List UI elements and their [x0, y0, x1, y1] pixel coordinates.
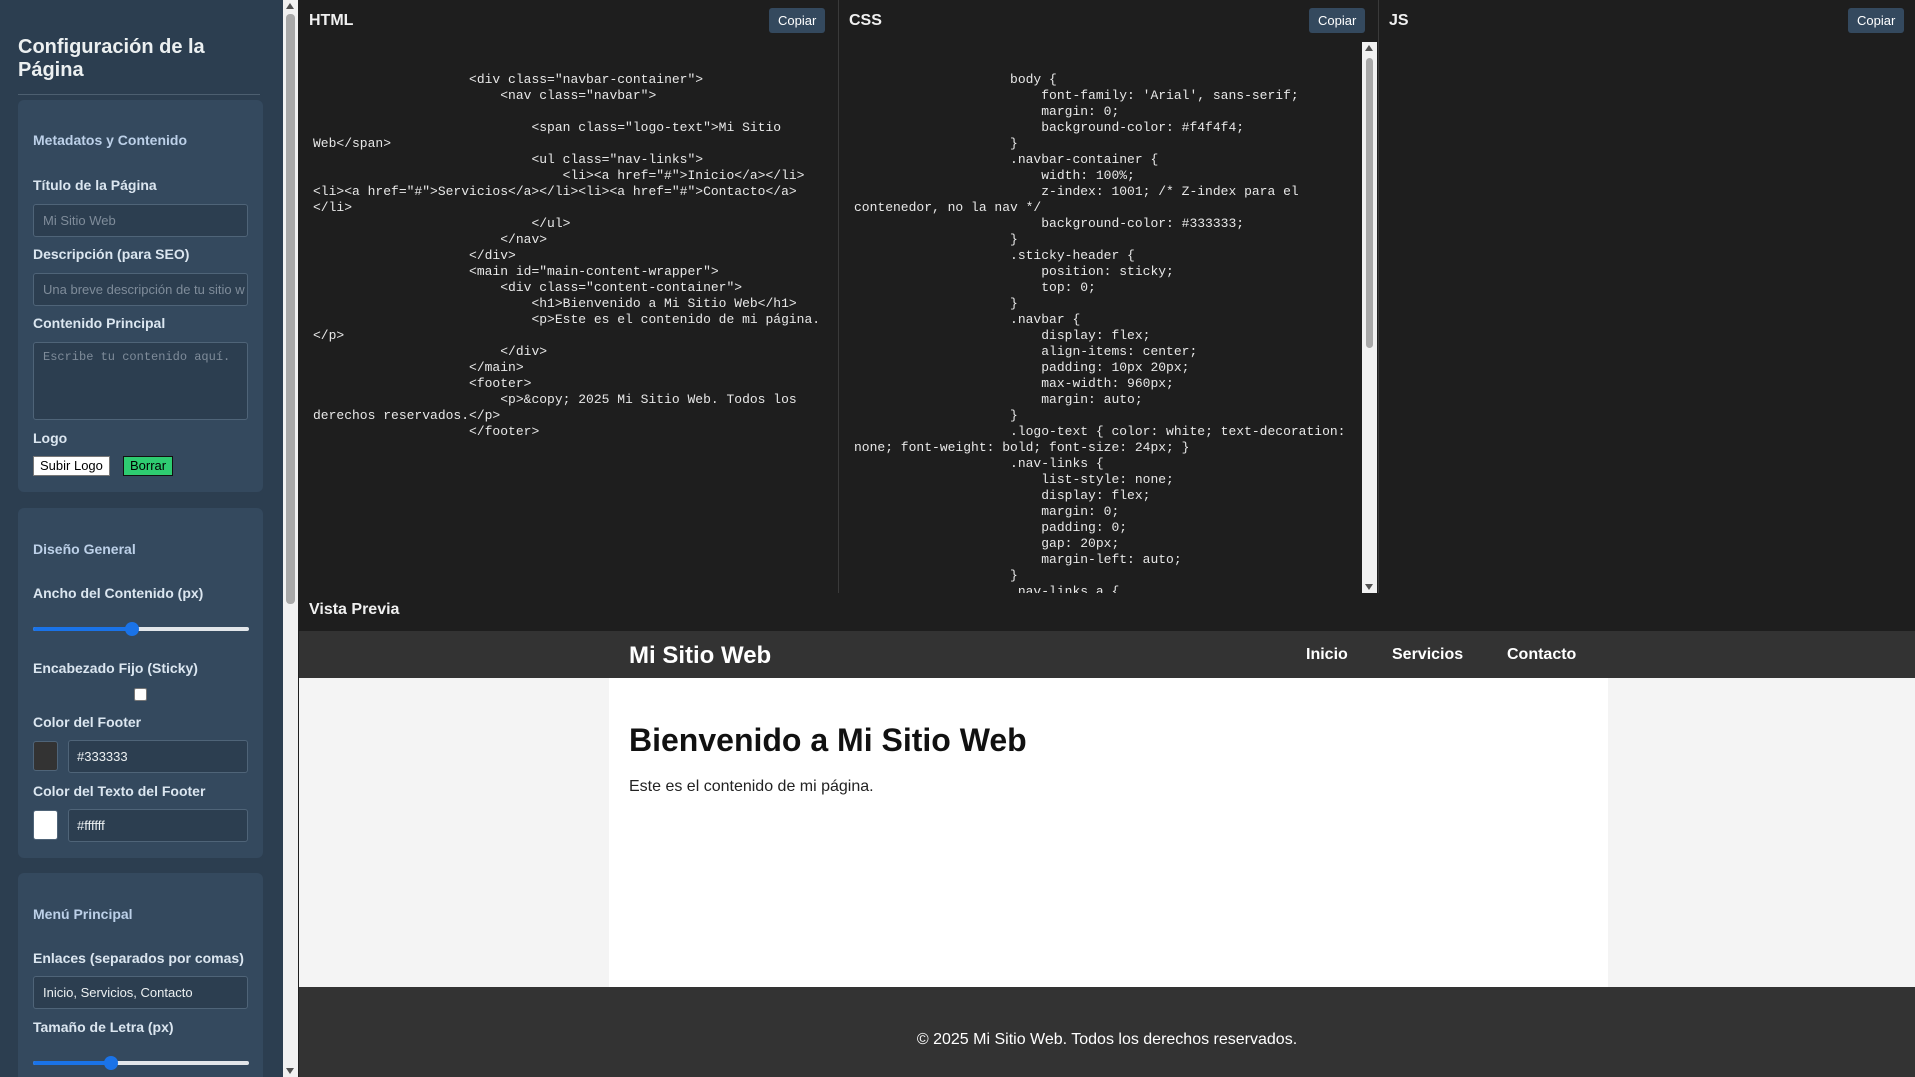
slider-thumb[interactable] — [125, 622, 140, 636]
preview-label: Vista Previa — [309, 601, 400, 618]
scrollbar-thumb[interactable] — [1366, 58, 1373, 348]
preview-nav-link-contacto[interactable]: Contacto — [1507, 646, 1576, 664]
css-scrollbar[interactable] — [1362, 42, 1377, 593]
footer-text-color-input[interactable]: #ffffff — [68, 809, 248, 842]
footer-text-color-swatch[interactable] — [33, 810, 58, 840]
preview-logo[interactable]: Mi Sitio Web — [629, 642, 771, 670]
section-menu: Menú Principal Enlaces (separados por co… — [18, 873, 263, 1077]
font-size-slider[interactable] — [33, 1055, 249, 1071]
upload-logo-button[interactable]: Subir Logo — [33, 456, 110, 476]
preview-navbar: Mi Sitio Web Inicio Servicios Contacto — [299, 631, 1915, 678]
html-code-panel: HTML Copiar <div class="navbar-container… — [299, 0, 838, 593]
content-label: Contenido Principal — [33, 315, 166, 331]
copy-html-button[interactable]: Copiar — [769, 8, 826, 33]
preview-paragraph: Este es el contenido de mi página. — [629, 778, 874, 795]
section-design: Diseño General Ancho del Contenido (px) … — [18, 508, 263, 858]
sticky-header-label: Encabezado Fijo (Sticky) — [33, 660, 198, 676]
copy-css-button[interactable]: Copiar — [1309, 8, 1366, 33]
section-title-menu: Menú Principal — [33, 906, 133, 922]
scrollbar-thumb[interactable] — [286, 14, 295, 604]
sidebar-title: Configuración de la Página — [18, 36, 260, 95]
scroll-up-arrow-icon[interactable] — [1365, 45, 1373, 51]
slider-fill — [33, 627, 133, 631]
copy-js-button[interactable]: Copiar — [1848, 8, 1905, 33]
preview-footer: © 2025 Mi Sitio Web. Todos los derechos … — [299, 987, 1915, 1077]
menu-links-input[interactable]: Inicio, Servicios, Contacto — [33, 976, 248, 1009]
logo-label: Logo — [33, 430, 68, 446]
footer-color-swatch[interactable] — [33, 741, 58, 771]
section-title-design: Diseño General — [33, 541, 136, 557]
scroll-up-arrow-icon[interactable] — [286, 3, 294, 9]
html-code[interactable]: <div class="navbar-container"> <nav clas… — [313, 72, 823, 440]
description-input[interactable]: Una breve descripción de tu sitio w — [33, 273, 248, 306]
css-code-panel: CSS Copiar body { font-family: 'Arial', … — [839, 0, 1378, 593]
section-title-metadata: Metadatos y Contenido — [33, 132, 188, 148]
footer-text-color-label: Color del Texto del Footer — [33, 783, 206, 799]
js-code-panel: JS Copiar — [1379, 0, 1915, 593]
page-title-label: Título de la Página — [33, 177, 157, 193]
clear-logo-button[interactable]: Borrar — [123, 456, 174, 476]
sidebar-scrollbar[interactable] — [283, 0, 298, 1077]
preview-content: Bienvenido a Mi Sitio Web Este es el con… — [609, 678, 1608, 987]
footer-color-input[interactable]: #333333 — [68, 740, 248, 773]
html-panel-title: HTML — [309, 12, 354, 29]
preview-nav-link-servicios[interactable]: Servicios — [1392, 646, 1463, 664]
js-panel-title: JS — [1389, 12, 1409, 29]
content-width-label: Ancho del Contenido (px) — [33, 585, 204, 601]
slider-thumb[interactable] — [103, 1056, 118, 1070]
preview-heading: Bienvenido a Mi Sitio Web — [629, 722, 1027, 758]
footer-color-label: Color del Footer — [33, 714, 142, 730]
settings-sidebar: Configuración de la Página Metadatos y C… — [0, 0, 283, 1077]
content-textarea[interactable]: Escribe tu contenido aquí. — [33, 342, 248, 420]
slider-fill — [33, 1061, 111, 1065]
section-metadata: Metadatos y Contenido Título de la Págin… — [18, 100, 263, 492]
sticky-header-checkbox[interactable] — [134, 688, 147, 701]
css-code[interactable]: body { font-family: 'Arial', sans-serif;… — [854, 72, 1349, 593]
preview-nav-link-inicio[interactable]: Inicio — [1306, 646, 1348, 664]
menu-links-label: Enlaces (separados por comas) — [33, 950, 244, 966]
description-label: Descripción (para SEO) — [33, 246, 190, 262]
page-title-input[interactable]: Mi Sitio Web — [33, 204, 248, 237]
css-panel-title: CSS — [849, 12, 882, 29]
font-size-label: Tamaño de Letra (px) — [33, 1019, 174, 1035]
preview-frame: Mi Sitio Web Inicio Servicios Contacto B… — [299, 631, 1915, 1077]
preview-footer-text: © 2025 Mi Sitio Web. Todos los derechos … — [916, 1031, 1298, 1048]
scroll-down-arrow-icon[interactable] — [1365, 584, 1373, 590]
content-width-slider[interactable] — [33, 621, 249, 637]
scroll-down-arrow-icon[interactable] — [286, 1068, 294, 1074]
